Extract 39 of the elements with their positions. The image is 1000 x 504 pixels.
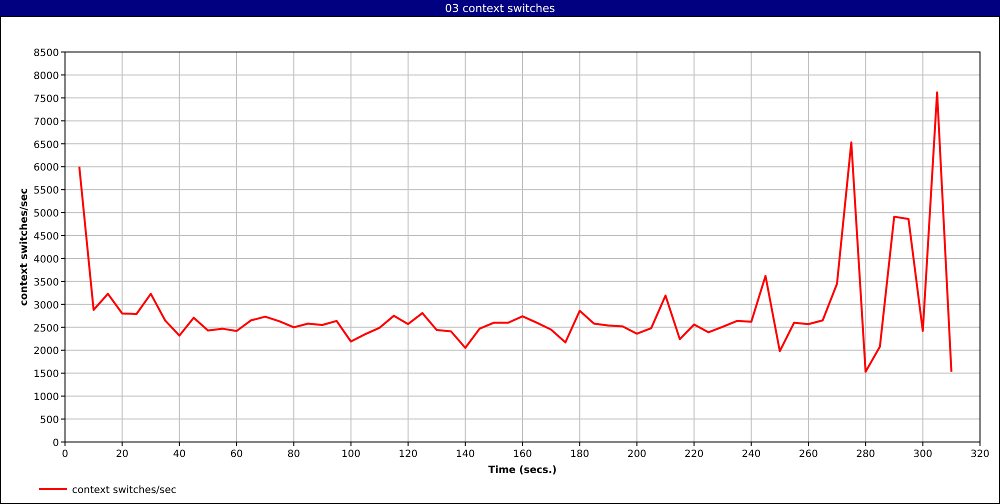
tick-label: 200 — [627, 449, 646, 460]
tick-label: 100 — [341, 449, 360, 460]
tick-label: 160 — [512, 449, 532, 460]
tick-label: 60 — [230, 449, 243, 460]
x-axis-label: Time (secs.) — [488, 465, 557, 476]
tick-label: 1000 — [34, 392, 59, 404]
tick-label: 320 — [970, 449, 990, 460]
tick-label: 260 — [798, 449, 818, 460]
tick-label: 120 — [398, 449, 418, 460]
tick-label: 140 — [456, 449, 475, 460]
tick-label: 240 — [742, 449, 761, 460]
tick-label: 4500 — [34, 232, 59, 243]
tick-label: 220 — [684, 449, 704, 460]
tick-label: 40 — [173, 449, 186, 460]
tick-label: 6500 — [34, 140, 59, 151]
tick-label: 80 — [287, 449, 300, 460]
tick-label: 2500 — [34, 323, 59, 334]
tick-label: 6000 — [34, 162, 59, 174]
tick-label: 7000 — [34, 116, 59, 128]
tick-label: 4000 — [34, 254, 59, 266]
tick-label: 5000 — [34, 208, 59, 220]
tick-label: 3000 — [34, 300, 59, 312]
tick-label: 2000 — [34, 346, 59, 358]
tick-label: 8000 — [34, 70, 59, 82]
tick-label: 3500 — [34, 277, 59, 288]
tick-label: 280 — [856, 449, 876, 460]
tick-label: 5500 — [34, 186, 59, 197]
tick-label: 20 — [116, 449, 129, 460]
tick-label: 0 — [62, 449, 68, 460]
tick-label: 7500 — [34, 94, 59, 105]
legend-label: context switches/sec — [72, 485, 176, 496]
tick-label: 300 — [913, 449, 932, 460]
tick-label: 180 — [570, 449, 590, 460]
tick-label: 1500 — [34, 369, 59, 380]
tick-label: 0 — [52, 438, 59, 449]
y-axis-label: context switches/sec — [19, 188, 30, 306]
tick-label: 8500 — [34, 48, 59, 59]
window-title: 03 context switches — [444, 2, 556, 14]
tick-label: 500 — [40, 415, 59, 426]
